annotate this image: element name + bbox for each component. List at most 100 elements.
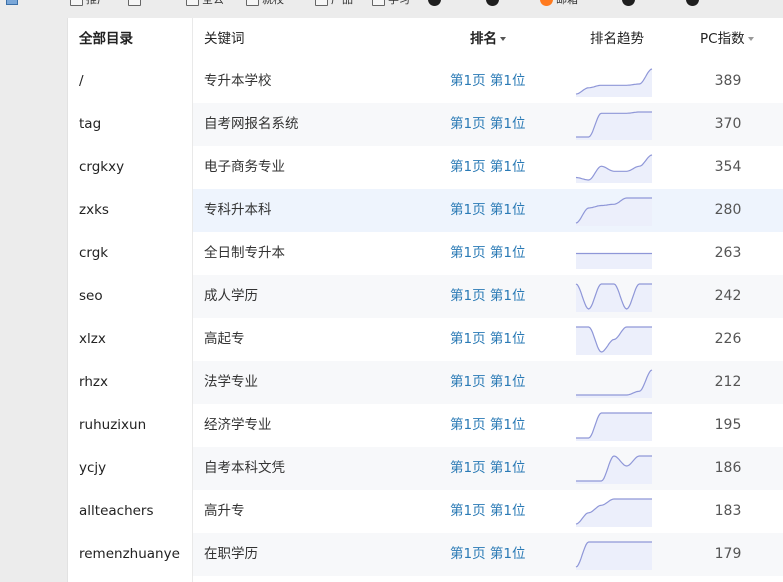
rank-link[interactable]: 第1页 第1位 <box>450 146 525 189</box>
keyword-cell: 在职学历 <box>204 546 258 562</box>
bookmark-label: 产品 <box>331 0 353 7</box>
header-directory: 全部目录 <box>79 31 133 47</box>
table-row: crgkxy 电子商务专业 第1页 第1位 354 <box>68 146 783 189</box>
bookmark-item[interactable]: 全公 <box>186 0 224 7</box>
keyword-cell: 自考网报名系统 <box>204 116 299 132</box>
table-row: remenzhuanye 在职学历 第1页 第1位 179 <box>68 533 783 576</box>
bookmark-item[interactable] <box>428 0 444 7</box>
rank-trend-sparkline <box>576 111 652 140</box>
table-row: zxks 专科升本科 第1页 第1位 280 <box>68 189 783 232</box>
rank-link[interactable]: 第1页 第1位 <box>450 232 525 275</box>
rank-trend-sparkline <box>576 455 652 484</box>
rank-link[interactable]: 第1页 第1位 <box>450 60 525 103</box>
directory-cell: crgkxy <box>79 159 125 175</box>
sparkline-area <box>576 112 652 140</box>
bookmark-item[interactable] <box>622 0 638 7</box>
directory-cell: crgk <box>79 245 109 261</box>
rank-trend-sparkline <box>576 252 652 269</box>
bookmark-item[interactable]: 产品 <box>315 0 353 7</box>
sort-caret-icon <box>500 37 506 41</box>
directory-cell: tag <box>79 116 102 132</box>
bookmark-item[interactable] <box>686 0 702 7</box>
bookmark-item[interactable]: 推广 <box>70 0 108 7</box>
rank-trend-sparkline <box>575 154 653 183</box>
rank-trend-sparkline <box>576 326 652 355</box>
rank-link[interactable]: 第1页 第1位 <box>450 318 525 361</box>
keyword-cell: 电子商务专业 <box>204 159 285 175</box>
keyword-cell: 全日制专升本 <box>204 245 285 261</box>
header-pc-label: PC指数 <box>700 31 745 47</box>
table-row: crgk 全日制专升本 第1页 第1位 263 <box>68 232 783 275</box>
directory-cell: ruhuzixun <box>79 417 147 433</box>
rank-link[interactable]: 第1页 第1位 <box>450 490 525 533</box>
sort-caret-icon <box>747 37 754 41</box>
sparkline-area <box>576 413 652 441</box>
sparkline-line <box>576 369 653 396</box>
rank-trend-sparkline <box>575 68 653 97</box>
header-keyword: 关键词 <box>204 31 245 47</box>
table-row: / 专升本学校 第1页 第1位 389 <box>68 60 783 103</box>
header-rank-trend: 排名趋势 <box>590 31 644 47</box>
pc-index-cell: 186 <box>714 460 742 476</box>
keyword-cell: 经济学专业 <box>204 417 272 433</box>
rank-link[interactable]: 第1页 第1位 <box>450 361 525 404</box>
rank-trend-sparkline <box>576 369 653 398</box>
globe-icon <box>622 0 635 6</box>
bookmark-label: 学习 <box>388 0 410 7</box>
rank-link[interactable]: 第1页 第1位 <box>450 533 525 576</box>
directory-cell: rhzx <box>79 374 108 390</box>
rank-trend-sparkline <box>575 197 652 226</box>
header-pc-index-sort[interactable]: PC指数 <box>700 18 754 60</box>
header-rank-sort[interactable]: 排名 <box>470 18 506 60</box>
keyword-cell: 高起专 <box>204 331 245 347</box>
directory-cell: zxks <box>79 202 109 218</box>
table-row: tag 自考网报名系统 第1页 第1位 370 <box>68 103 783 146</box>
bookmark-item[interactable]: 学习 <box>372 0 410 7</box>
directory-cell: ycjy <box>79 460 107 476</box>
bookmark-item[interactable] <box>486 0 502 7</box>
rank-link[interactable]: 第1页 第1位 <box>450 275 525 318</box>
bookmark-item[interactable]: 邮箱 <box>540 0 578 7</box>
doc-icon <box>128 0 141 6</box>
globe-icon <box>686 0 699 6</box>
pc-index-cell: 195 <box>714 417 742 433</box>
bookmark-label: 全公 <box>202 0 224 7</box>
table-row: allteachers 高升专 第1页 第1位 183 <box>68 490 783 533</box>
bookmark-item[interactable] <box>128 0 144 7</box>
rank-link[interactable]: 第1页 第1位 <box>450 404 525 447</box>
sparkline-area <box>576 370 652 398</box>
sparkline-area <box>576 155 652 183</box>
bookmark-label: 邮箱 <box>556 0 578 7</box>
keyword-cell: 专升本学校 <box>204 73 272 89</box>
keyword-cell: 高升专 <box>204 503 245 519</box>
rank-link[interactable]: 第1页 第1位 <box>450 189 525 232</box>
globe-icon <box>428 0 441 6</box>
rank-link[interactable]: 第1页 第1位 <box>450 103 525 146</box>
rank-link[interactable]: 第1页 第1位 <box>450 447 525 490</box>
directory-cell: / <box>79 73 84 89</box>
pc-index-cell: 354 <box>714 159 742 175</box>
table-row: seo 成人学历 第1页 第1位 242 <box>68 275 783 318</box>
pc-index-cell: 226 <box>714 331 742 347</box>
pc-index-cell: 212 <box>714 374 742 390</box>
doc-icon <box>186 0 199 6</box>
app-icon <box>6 0 18 5</box>
orange-circle-icon <box>540 0 553 6</box>
doc-icon <box>70 0 83 6</box>
table-row: ruhuzixun 经济学专业 第1页 第1位 195 <box>68 404 783 447</box>
sparkline-area <box>576 327 652 355</box>
sparkline-area <box>576 542 652 570</box>
sparkline-area <box>576 253 652 269</box>
rank-trend-sparkline <box>575 541 652 570</box>
bookmark-label: 就校 <box>262 0 284 7</box>
pc-index-cell: 370 <box>714 116 742 132</box>
rank-trend-sparkline <box>575 283 652 312</box>
bookmark-item[interactable]: 就校 <box>246 0 284 7</box>
rank-trend-sparkline <box>576 412 652 441</box>
directory-cell: allteachers <box>79 503 154 519</box>
pc-index-cell: 280 <box>714 202 742 218</box>
keyword-ranking-panel: 全部目录 关键词 排名 排名趋势 PC指数 / 专升本学校 第1页 第1位 389 ta… <box>67 18 783 582</box>
pc-index-cell: 389 <box>714 73 742 89</box>
doc-icon <box>246 0 259 6</box>
bookmark-label: 推广 <box>86 0 108 7</box>
